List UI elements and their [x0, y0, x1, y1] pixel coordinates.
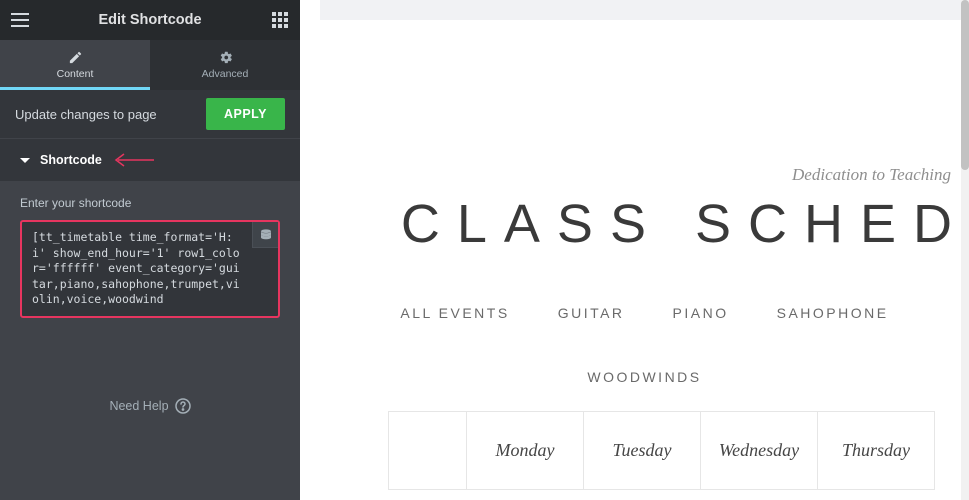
- page-preview: Dedication to Teaching CLASS SCHED ALL E…: [300, 0, 969, 500]
- filter-all-events[interactable]: ALL EVENTS: [400, 305, 509, 321]
- update-bar: Update changes to page APPLY: [0, 90, 300, 138]
- filter-piano[interactable]: PIANO: [673, 305, 729, 321]
- editor-tabs: Content Advanced: [0, 40, 300, 90]
- page-title: CLASS SCHED: [380, 185, 969, 255]
- caret-down-icon: [20, 158, 30, 163]
- preview-scrollbar-thumb[interactable]: [961, 0, 969, 170]
- tab-content-label: Content: [57, 68, 94, 80]
- section-shortcode-header[interactable]: Shortcode: [0, 138, 300, 181]
- sidebar-header: Edit Shortcode: [0, 0, 300, 40]
- menu-button[interactable]: [0, 0, 40, 40]
- editor-sidebar: Edit Shortcode Content Advanced Update c…: [0, 0, 300, 500]
- help-icon: [175, 398, 191, 414]
- timetable-header-row: Monday Tuesday Wednesday Thursday: [389, 412, 935, 490]
- hamburger-icon: [11, 13, 29, 27]
- day-tuesday: Tuesday: [584, 412, 701, 490]
- database-icon: [260, 229, 272, 241]
- apps-icon: [272, 12, 288, 28]
- sidebar-title: Edit Shortcode: [40, 12, 260, 28]
- timetable-corner: [389, 412, 467, 490]
- preview-content: Dedication to Teaching CLASS SCHED ALL E…: [320, 20, 969, 500]
- day-thursday: Thursday: [818, 412, 935, 490]
- shortcode-input[interactable]: [tt_timetable time_format='H:i' show_end…: [22, 222, 278, 316]
- need-help-label: Need Help: [109, 399, 168, 413]
- day-wednesday: Wednesday: [701, 412, 818, 490]
- need-help-link[interactable]: Need Help: [0, 398, 300, 414]
- section-shortcode-body: Enter your shortcode [tt_timetable time_…: [0, 181, 300, 333]
- filter-sahophone[interactable]: SAHOPHONE: [777, 305, 889, 321]
- gear-icon: [218, 50, 233, 65]
- widgets-button[interactable]: [260, 0, 300, 40]
- tab-advanced[interactable]: Advanced: [150, 40, 300, 90]
- shortcode-label: Enter your shortcode: [20, 196, 280, 210]
- event-filters: ALL EVENTS GUITAR PIANO SAHOPHONE WOODWI…: [320, 255, 969, 391]
- annotation-arrow-icon: [112, 153, 154, 167]
- update-text: Update changes to page: [15, 107, 157, 122]
- page-subtitle: Dedication to Teaching: [320, 20, 969, 185]
- shortcode-dynamic-button[interactable]: [252, 222, 278, 248]
- apply-button[interactable]: APPLY: [206, 98, 285, 130]
- shortcode-input-wrapper: [tt_timetable time_format='H:i' show_end…: [20, 220, 280, 318]
- pencil-icon: [68, 50, 83, 65]
- section-shortcode-title: Shortcode: [40, 153, 102, 167]
- tab-content[interactable]: Content: [0, 40, 150, 90]
- filter-guitar[interactable]: GUITAR: [558, 305, 625, 321]
- timetable: Monday Tuesday Wednesday Thursday: [388, 411, 935, 490]
- day-monday: Monday: [467, 412, 584, 490]
- filter-woodwinds[interactable]: WOODWINDS: [587, 369, 701, 385]
- tab-advanced-label: Advanced: [202, 68, 249, 80]
- preview-gutter: [320, 0, 969, 20]
